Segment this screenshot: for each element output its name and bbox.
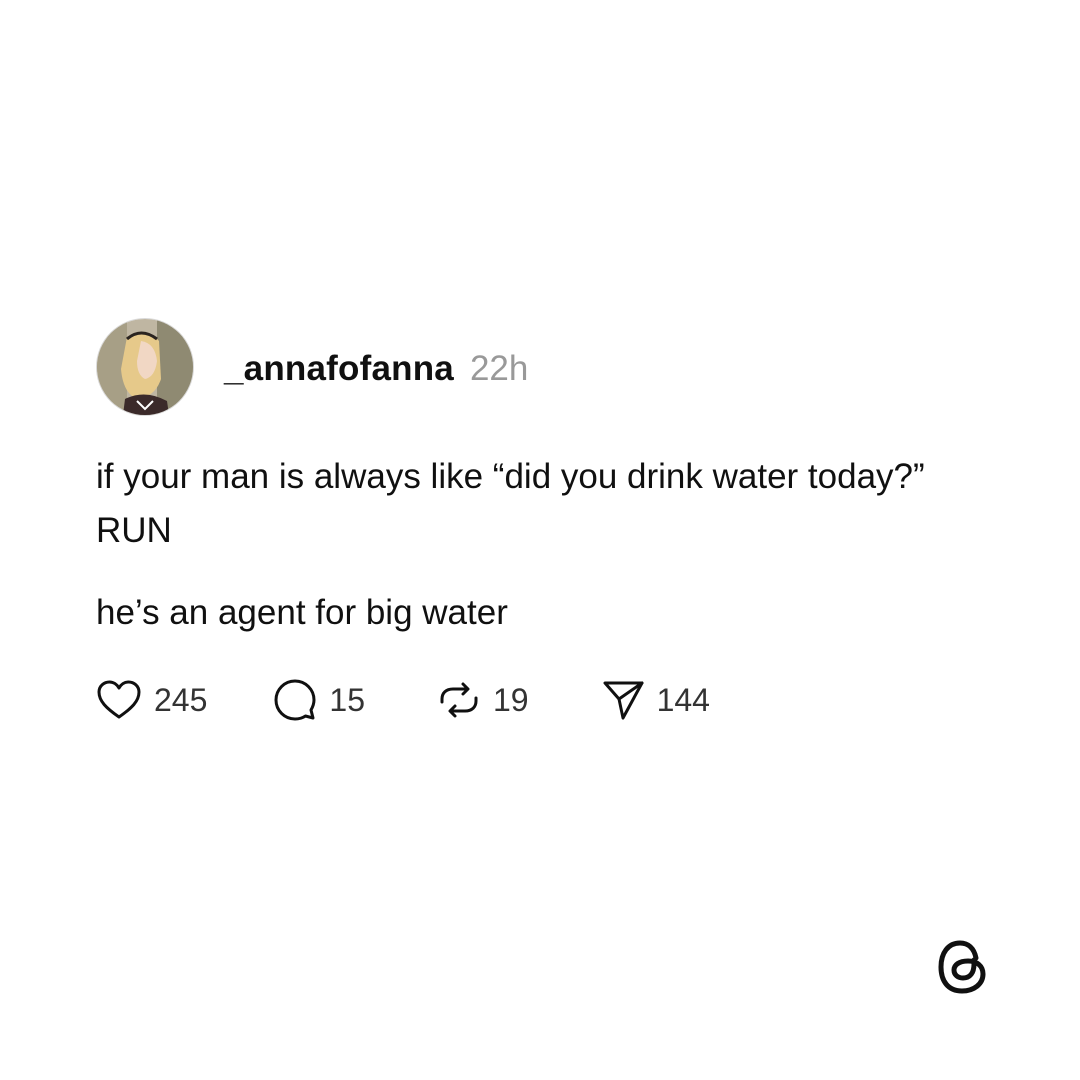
repost-button[interactable]: 19 bbox=[437, 678, 529, 722]
avatar-image bbox=[97, 319, 193, 415]
post-header: _annafofanna 22h bbox=[96, 318, 996, 416]
like-count: 245 bbox=[154, 681, 208, 718]
post-actions: 245 15 19 144 bbox=[96, 676, 996, 724]
like-button[interactable]: 245 bbox=[96, 679, 207, 721]
share-button[interactable]: 144 bbox=[601, 678, 710, 722]
post-card: _annafofanna 22h if your man is always l… bbox=[96, 318, 996, 724]
post-timestamp: 22h bbox=[469, 349, 529, 388]
threads-logo-icon bbox=[936, 938, 992, 996]
reply-button[interactable]: 15 bbox=[273, 678, 365, 722]
comment-icon bbox=[274, 679, 316, 721]
post-body: if your man is always like “did you drin… bbox=[96, 450, 936, 640]
avatar[interactable] bbox=[96, 318, 194, 416]
share-count: 144 bbox=[656, 681, 710, 718]
heart-icon bbox=[97, 680, 141, 719]
send-icon bbox=[603, 681, 644, 720]
reply-count: 15 bbox=[329, 681, 365, 718]
post-meta: _annafofanna 22h bbox=[224, 345, 528, 389]
username[interactable]: _annafofanna bbox=[224, 349, 454, 389]
post-text-paragraph: he’s an agent for big water bbox=[96, 593, 508, 632]
post-text-paragraph: if your man is always like “did you drin… bbox=[96, 457, 925, 550]
repost-count: 19 bbox=[492, 681, 529, 718]
repost-icon bbox=[440, 682, 478, 718]
